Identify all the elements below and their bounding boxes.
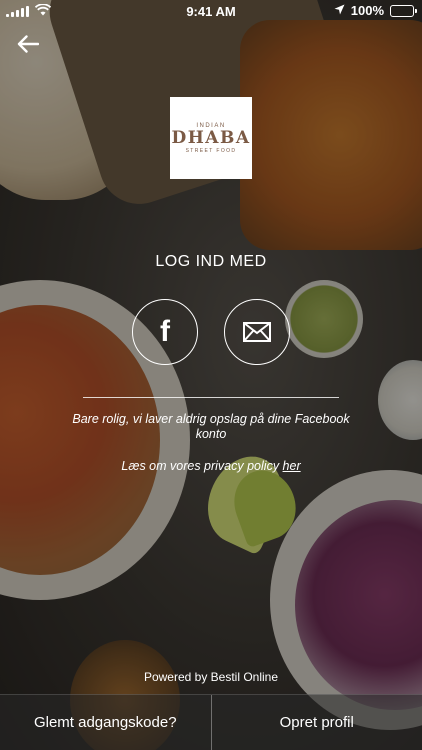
battery-icon bbox=[390, 4, 417, 17]
location-arrow-icon bbox=[334, 3, 345, 18]
bottom-bar: Glemt adgangskode? Opret profil bbox=[0, 694, 422, 750]
battery-percentage: 100% bbox=[350, 3, 384, 18]
forgot-password-button[interactable]: Glemt adgangskode? bbox=[0, 695, 211, 750]
mail-icon bbox=[243, 322, 271, 342]
login-title: LOG IND MED bbox=[155, 253, 267, 270]
privacy-policy-link[interactable]: her bbox=[283, 459, 301, 473]
facebook-icon: f bbox=[160, 315, 170, 348]
facebook-login-button[interactable]: f bbox=[132, 299, 198, 365]
facebook-note: Bare rolig, vi laver aldrig opslag på di… bbox=[72, 412, 350, 441]
logo-main-text: DHABA bbox=[171, 127, 251, 148]
email-login-button[interactable] bbox=[224, 299, 290, 365]
status-bar: 9:41 AM 100% bbox=[0, 0, 422, 24]
logo-bottom-text: STREET FOOD bbox=[185, 147, 237, 154]
back-arrow-icon bbox=[17, 35, 39, 53]
powered-by-text: Powered by Bestil Online bbox=[143, 670, 279, 684]
divider bbox=[83, 397, 339, 398]
restaurant-logo: INDIAN DHABA STREET FOOD bbox=[170, 97, 252, 179]
privacy-text: Læs om vores privacy policy bbox=[121, 459, 283, 473]
back-button[interactable] bbox=[14, 30, 42, 58]
privacy-line: Læs om vores privacy policy her bbox=[0, 459, 422, 473]
create-profile-button[interactable]: Opret profil bbox=[210, 695, 422, 750]
